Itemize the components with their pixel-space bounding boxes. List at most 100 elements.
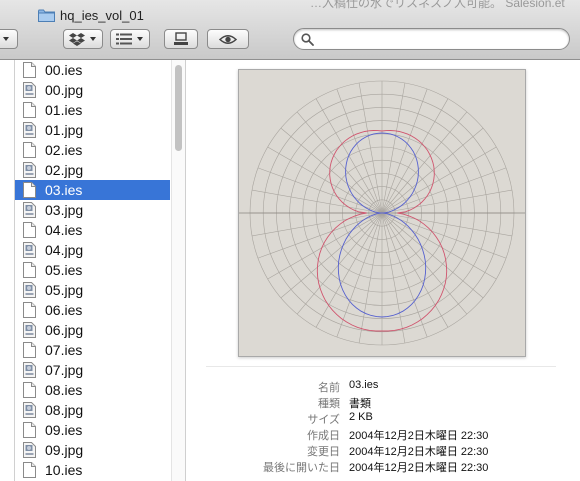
file-row[interactable]: 01.jpg (15, 120, 170, 140)
file-row[interactable]: 05.ies (15, 260, 170, 280)
file-row[interactable]: 10.ies (15, 460, 170, 480)
previous-column[interactable] (0, 60, 15, 481)
info-value: 2004年12月2日木曜日 22:30 (349, 430, 489, 442)
file-row[interactable]: 02.ies (15, 140, 170, 160)
quick-look-button[interactable] (207, 29, 249, 49)
file-name: 09.ies (45, 422, 83, 438)
info-row: 最後に開いた日 2004年12月2日木曜日 22:30 (186, 459, 580, 475)
file-name: 00.ies (45, 62, 83, 78)
file-row[interactable]: 06.ies (15, 300, 170, 320)
info-label: サイズ (307, 414, 340, 426)
document-icon (23, 182, 36, 198)
file-name: 06.jpg (45, 322, 84, 338)
file-row[interactable]: 03.ies (15, 180, 170, 200)
document-icon (23, 262, 36, 278)
file-name: 05.jpg (45, 282, 84, 298)
info-value: 2004年12月2日木曜日 22:30 (349, 446, 489, 458)
window-title-text: hq_ies_vol_01 (60, 7, 144, 23)
document-icon (23, 342, 36, 358)
file-row[interactable]: 07.ies (15, 340, 170, 360)
image-file-icon (23, 282, 36, 298)
eye-icon (219, 34, 237, 44)
file-row[interactable]: 00.ies (15, 60, 170, 80)
file-name: 08.jpg (45, 402, 84, 418)
info-row: 種類 書類 (186, 395, 580, 411)
image-file-icon (23, 322, 36, 338)
dropbox-menu-button[interactable] (63, 29, 103, 49)
chevron-down-icon (137, 37, 143, 41)
scrollbar-thumb[interactable] (175, 65, 182, 151)
info-divider (206, 366, 556, 367)
window-toolbar: …入稿仕の水でリスネスノ人可能。 Salesion.et hq_ies_vol_… (0, 0, 580, 60)
magnifier-icon (301, 33, 314, 46)
view-menu-button[interactable] (0, 29, 18, 49)
file-row[interactable]: 08.jpg (15, 400, 170, 420)
file-list-column[interactable]: 00.ies 00.jpg 01.ies 01.jpg 02.ies 02.jpg 03.i… (15, 60, 171, 481)
search-input[interactable] (318, 31, 562, 49)
image-file-icon (23, 162, 36, 178)
info-label: 作成日 (307, 430, 340, 442)
file-name: 05.ies (45, 262, 83, 278)
polar-photometric-plot (239, 80, 525, 346)
file-row[interactable]: 08.ies (15, 380, 170, 400)
file-name: 10.ies (45, 462, 83, 478)
file-row[interactable]: 06.jpg (15, 320, 170, 340)
file-row[interactable]: 03.jpg (15, 200, 170, 220)
chevron-down-icon (90, 37, 96, 41)
file-name: 03.ies (45, 182, 83, 198)
folder-icon (38, 9, 55, 22)
file-thumbnail-preview (238, 69, 526, 357)
file-name: 04.ies (45, 222, 83, 238)
info-row: 作成日 2004年12月2日木曜日 22:30 (186, 427, 580, 443)
dropbox-icon (69, 33, 85, 46)
document-icon (23, 62, 36, 78)
file-row[interactable]: 01.ies (15, 100, 170, 120)
file-name: 08.ies (45, 382, 83, 398)
chevron-down-icon (3, 37, 9, 41)
info-value: 03.ies (349, 379, 379, 391)
window-title: hq_ies_vol_01 (38, 6, 144, 24)
document-icon (23, 142, 36, 158)
file-row[interactable]: 07.jpg (15, 360, 170, 380)
file-row[interactable]: 04.ies (15, 220, 170, 240)
file-name: 07.ies (45, 342, 83, 358)
info-value: 書類 (349, 398, 371, 410)
image-file-icon (23, 202, 36, 218)
background-window-text: …入稿仕の水でリスネスノ人可能。 Salesion.et (310, 0, 565, 10)
vertical-scrollbar[interactable] (171, 60, 185, 481)
document-icon (23, 422, 36, 438)
document-icon (23, 462, 36, 478)
file-row[interactable]: 00.jpg (15, 80, 170, 100)
file-row[interactable]: 09.ies (15, 420, 170, 440)
info-value: 2 KB (349, 411, 373, 423)
share-button[interactable] (164, 29, 198, 49)
arrange-icon (116, 33, 132, 45)
info-row: サイズ 2 KB (186, 411, 580, 427)
file-name: 06.ies (45, 302, 83, 318)
image-file-icon (23, 242, 36, 258)
file-name: 03.jpg (45, 202, 84, 218)
file-row[interactable]: 09.jpg (15, 440, 170, 460)
share-icon (174, 32, 188, 45)
search-field[interactable] (293, 28, 570, 50)
file-row[interactable]: 02.jpg (15, 160, 170, 180)
document-icon (23, 302, 36, 318)
image-file-icon (23, 82, 36, 98)
info-row: 名前 03.ies (186, 379, 580, 395)
file-name: 01.ies (45, 102, 83, 118)
document-icon (23, 382, 36, 398)
image-file-icon (23, 442, 36, 458)
file-name: 09.jpg (45, 442, 84, 458)
arrange-menu-button[interactable] (110, 29, 150, 49)
file-row[interactable]: 04.jpg (15, 240, 170, 260)
info-row: 変更日 2004年12月2日木曜日 22:30 (186, 443, 580, 459)
document-icon (23, 102, 36, 118)
info-label: 種類 (318, 398, 340, 410)
document-icon (23, 222, 36, 238)
file-name: 02.ies (45, 142, 83, 158)
preview-pane: 名前 03.ies 種類 書類 サイズ 2 KB 作成日 2004年12月2日木曜日 22:3… (186, 60, 580, 481)
file-row[interactable]: 05.jpg (15, 280, 170, 300)
info-label: 最後に開いた日 (263, 462, 340, 474)
info-label: 変更日 (307, 446, 340, 458)
image-file-icon (23, 122, 36, 138)
